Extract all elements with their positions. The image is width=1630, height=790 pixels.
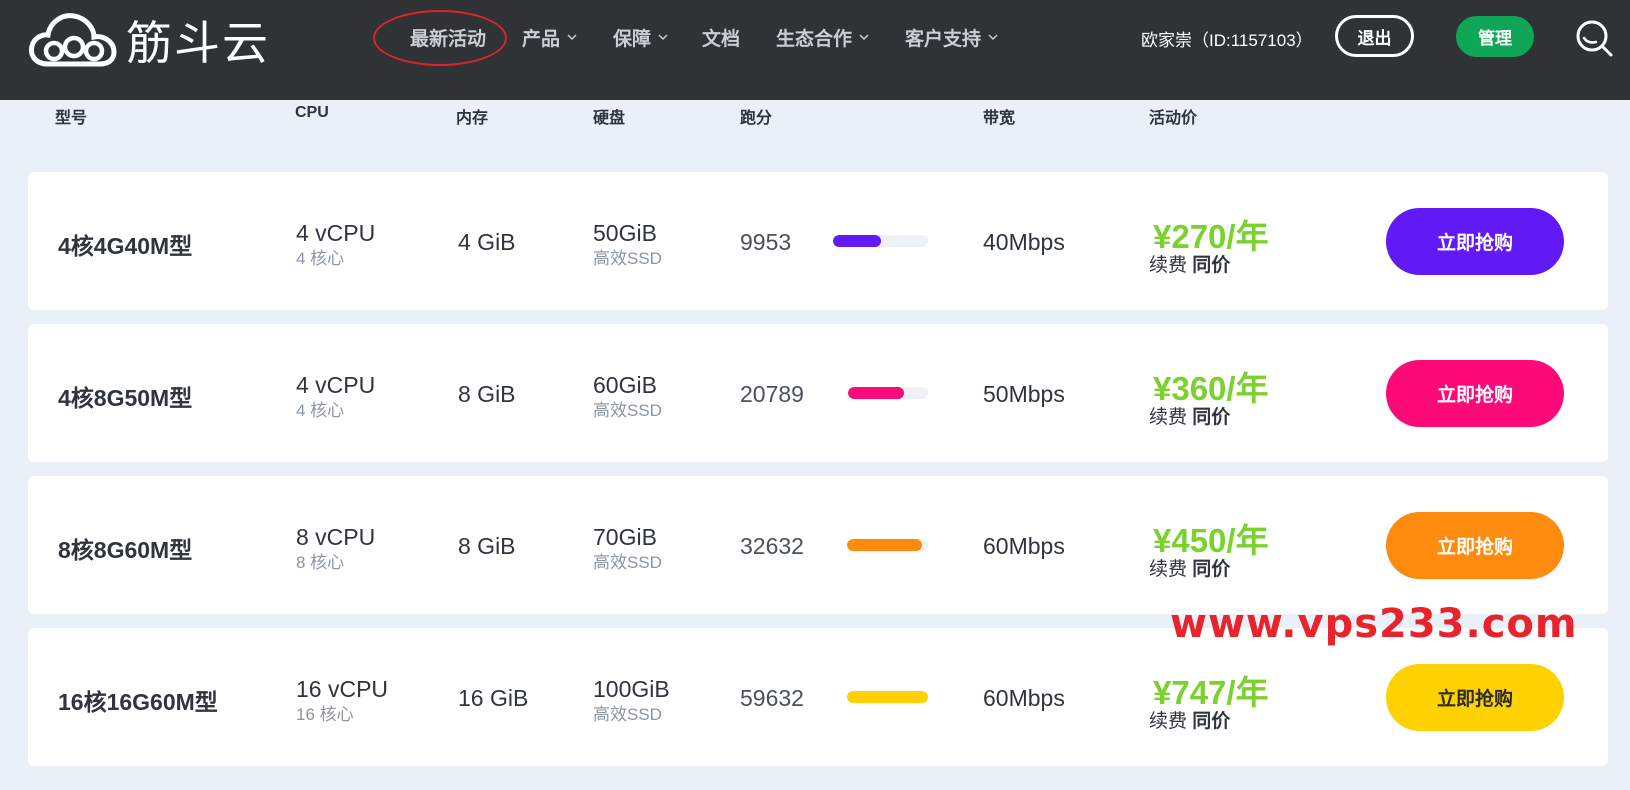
plan-cpu-cores: 8 核心 [296,553,345,572]
table-row: 8核8G60M型 8 vCPU 8 核心 8 GiB 70GiB 高效SSD 3… [28,476,1608,614]
buy-now-button[interactable]: 立即抢购 [1386,208,1564,275]
plan-bandwidth: 60Mbps [983,533,1065,559]
score-bar [833,235,928,247]
plan-cpu-cores: 4 核心 [296,401,345,420]
plan-cpu-cores: 16 核心 [296,705,354,724]
plan-disk: 100GiB [593,676,670,702]
score-bar-fill [833,235,881,247]
top-navbar: 筋斗云 最新活动 产品 保障 文档 生态合作 客户支持 欧家崇（ID:11571… [0,0,1630,100]
manage-button[interactable]: 管理 [1456,16,1534,57]
plan-disk: 50GiB [593,220,657,246]
plan-bandwidth: 50Mbps [983,381,1065,407]
plan-model: 4核4G40M型 [58,233,193,259]
nav-item-label: 生态合作 [776,28,853,50]
user-account-name[interactable]: 欧家崇（ID:1157103） [1141,26,1313,51]
column-header-memory: 内存 [456,110,489,127]
score-bar [848,387,928,399]
plan-memory: 8 GiB [458,381,516,407]
plan-model: 4核8G50M型 [58,385,193,411]
plan-disk-type: 高效SSD [593,401,662,420]
plan-disk: 70GiB [593,524,657,550]
plan-memory: 8 GiB [458,533,516,559]
plan-renewal: 续费 同价 [1149,554,1230,581]
nav-item-label: 最新活动 [410,28,487,50]
plan-model: 16核16G60M型 [58,689,218,715]
nav-item-label: 客户支持 [905,28,982,50]
nav-item-label: 保障 [613,28,652,50]
nav-item-products[interactable]: 产品 [522,20,578,54]
plan-score: 59632 [740,685,804,711]
plan-cpu: 8 vCPU [296,524,376,550]
plan-disk-type: 高效SSD [593,553,662,572]
chevron-down-icon [859,34,869,41]
plan-score: 9953 [740,229,792,255]
plan-disk-type: 高效SSD [593,705,662,724]
cloud-logo-icon [29,13,117,67]
table-row: 4核4G40M型 4 vCPU 4 核心 4 GiB 50GiB 高效SSD 9… [28,172,1608,310]
renewal-value: 同价 [1192,711,1231,732]
score-bar-fill [848,387,904,399]
nav-item-support[interactable]: 客户支持 [905,20,999,54]
plan-renewal: 续费 同价 [1149,402,1230,429]
score-bar-fill [847,539,922,551]
renewal-label: 续费 [1149,407,1188,428]
plan-memory: 16 GiB [458,685,529,711]
renewal-label: 续费 [1149,255,1188,276]
chevron-down-icon [658,34,668,41]
plan-model: 8核8G60M型 [58,537,193,563]
nav-item-ecosystem[interactable]: 生态合作 [776,20,870,54]
nav-item-label: 文档 [702,28,741,50]
nav-item-guarantee[interactable]: 保障 [613,20,669,54]
plan-disk-type: 高效SSD [593,249,662,268]
plan-renewal: 续费 同价 [1149,706,1230,733]
renewal-label: 续费 [1149,559,1188,580]
plan-bandwidth: 40Mbps [983,229,1065,255]
column-header-model: 型号 [55,110,88,127]
buy-now-button[interactable]: 立即抢购 [1386,664,1564,731]
brand-name: 筋斗云 [126,16,270,70]
table-row: 16核16G60M型 16 vCPU 16 核心 16 GiB 100GiB 高… [28,628,1608,766]
buy-now-button[interactable]: 立即抢购 [1386,360,1564,427]
score-bar-fill [847,691,928,703]
renewal-value: 同价 [1192,559,1231,580]
column-header-cpu: CPU [295,104,329,121]
chevron-down-icon [567,34,577,41]
column-header-disk: 硬盘 [593,110,626,127]
plan-score: 32632 [740,533,804,559]
score-bar [847,539,928,551]
search-icon[interactable] [1574,18,1614,58]
column-header-price: 活动价 [1149,110,1198,127]
chevron-down-icon [988,34,998,41]
plan-renewal: 续费 同价 [1149,250,1230,277]
plan-cpu: 16 vCPU [296,676,389,702]
column-header-score: 跑分 [740,110,773,127]
plan-memory: 4 GiB [458,229,516,255]
plan-cpu-cores: 4 核心 [296,249,345,268]
plan-bandwidth: 60Mbps [983,685,1065,711]
logout-button[interactable]: 退出 [1335,15,1414,57]
nav-item-latest-activity[interactable]: 最新活动 [410,20,486,54]
plan-cpu: 4 vCPU [296,220,376,246]
plan-score: 20789 [740,381,804,407]
column-header-bandwidth: 带宽 [983,110,1016,127]
buy-now-button[interactable]: 立即抢购 [1386,512,1564,579]
score-bar [847,691,928,703]
table-row: 4核8G50M型 4 vCPU 4 核心 8 GiB 60GiB 高效SSD 2… [28,324,1608,462]
plan-disk: 60GiB [593,372,657,398]
nav-item-docs[interactable]: 文档 [702,20,740,54]
plan-cpu: 4 vCPU [296,372,376,398]
renewal-value: 同价 [1192,407,1231,428]
renewal-label: 续费 [1149,711,1188,732]
brand-logo[interactable]: 筋斗云 [28,10,278,70]
renewal-value: 同价 [1192,255,1231,276]
watermark-text: www.vps233.com [1170,601,1578,647]
nav-item-label: 产品 [522,28,561,50]
